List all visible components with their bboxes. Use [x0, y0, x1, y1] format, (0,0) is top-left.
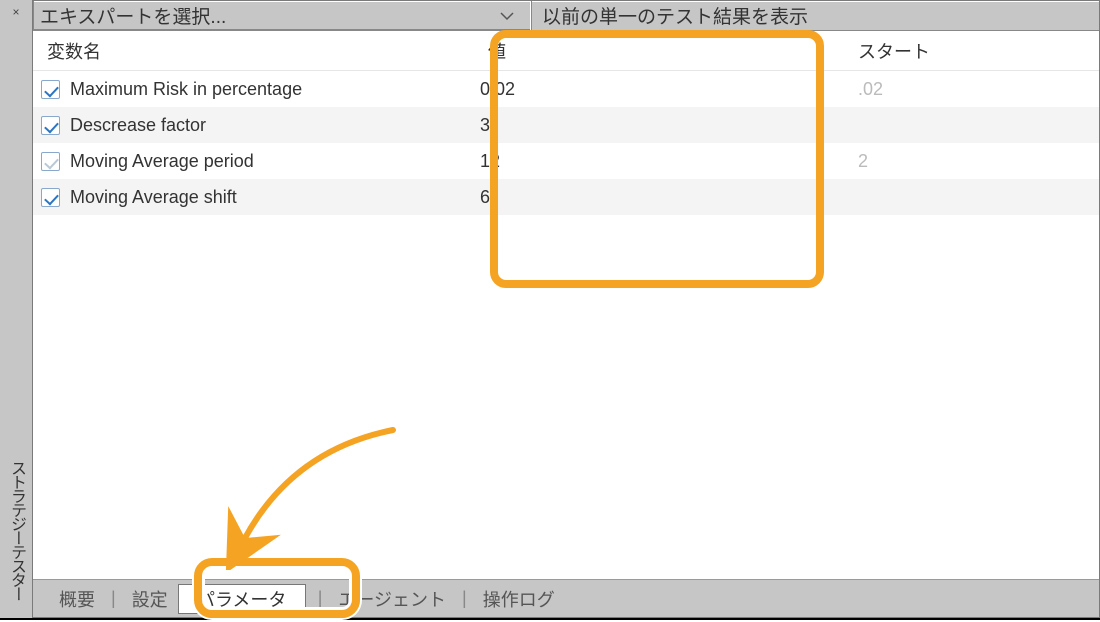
row-value[interactable]: 12 — [474, 151, 844, 172]
tab-overview[interactable]: 概要 — [49, 580, 105, 617]
expert-select-placeholder: エキスパートを選択... — [40, 2, 226, 29]
row-start[interactable]: .02 — [844, 79, 1099, 100]
chevron-down-icon — [500, 11, 514, 21]
column-header-value[interactable]: 値 — [474, 38, 844, 64]
table-row[interactable]: Moving Average period 12 2 — [33, 143, 1099, 179]
tab-bar: 概要 | 設定 パラメータ | エージェント | 操作ログ — [33, 579, 1099, 617]
close-icon[interactable]: × — [0, 0, 32, 24]
grid-header: 変数名 値 スタート — [33, 31, 1099, 71]
row-name: Descrease factor — [70, 115, 206, 136]
row-value[interactable]: 6 — [474, 187, 844, 208]
expert-select[interactable]: エキスパートを選択... — [33, 1, 531, 30]
tab-log[interactable]: 操作ログ — [473, 580, 565, 617]
tab-parameters[interactable]: パラメータ — [178, 580, 312, 617]
row-checkbox[interactable] — [41, 80, 60, 99]
tab-settings[interactable]: 設定 — [122, 580, 178, 617]
tab-separator: | — [105, 588, 122, 609]
tab-parameters-active[interactable]: パラメータ — [178, 584, 306, 614]
column-header-name[interactable]: 変数名 — [33, 38, 474, 64]
row-name: Moving Average period — [70, 151, 254, 172]
column-header-start[interactable]: スタート — [844, 38, 1099, 64]
panel-title-text: ストラテジーテスター — [4, 460, 28, 600]
row-value[interactable]: 0.02 — [474, 79, 844, 100]
row-checkbox[interactable] — [41, 152, 60, 171]
row-checkbox[interactable] — [41, 188, 60, 207]
previous-results-label: 以前の単一のテスト結果を表示 — [542, 2, 808, 29]
toolbar: エキスパートを選択... 以前の単一のテスト結果を表示 — [33, 1, 1099, 31]
table-row[interactable]: Descrease factor 3 — [33, 107, 1099, 143]
previous-results-button[interactable]: 以前の単一のテスト結果を表示 — [531, 1, 1099, 30]
parameters-grid: 変数名 値 スタート Maximum Risk in percentage 0.… — [33, 31, 1099, 579]
main-panel: エキスパートを選択... 以前の単一のテスト結果を表示 変数名 値 スタート M… — [32, 0, 1100, 618]
row-start[interactable]: 2 — [844, 151, 1099, 172]
row-name: Maximum Risk in percentage — [70, 79, 302, 100]
tab-separator: | — [312, 588, 329, 609]
row-value[interactable]: 3 — [474, 115, 844, 136]
tab-separator: | — [456, 588, 473, 609]
panel-title-vertical: ストラテジーテスター — [4, 24, 28, 618]
side-rail: × ストラテジーテスター — [0, 0, 32, 618]
tab-agents[interactable]: エージェント — [328, 580, 456, 617]
row-name: Moving Average shift — [70, 187, 237, 208]
table-row[interactable]: Maximum Risk in percentage 0.02 .02 — [33, 71, 1099, 107]
row-checkbox[interactable] — [41, 116, 60, 135]
table-row[interactable]: Moving Average shift 6 — [33, 179, 1099, 215]
